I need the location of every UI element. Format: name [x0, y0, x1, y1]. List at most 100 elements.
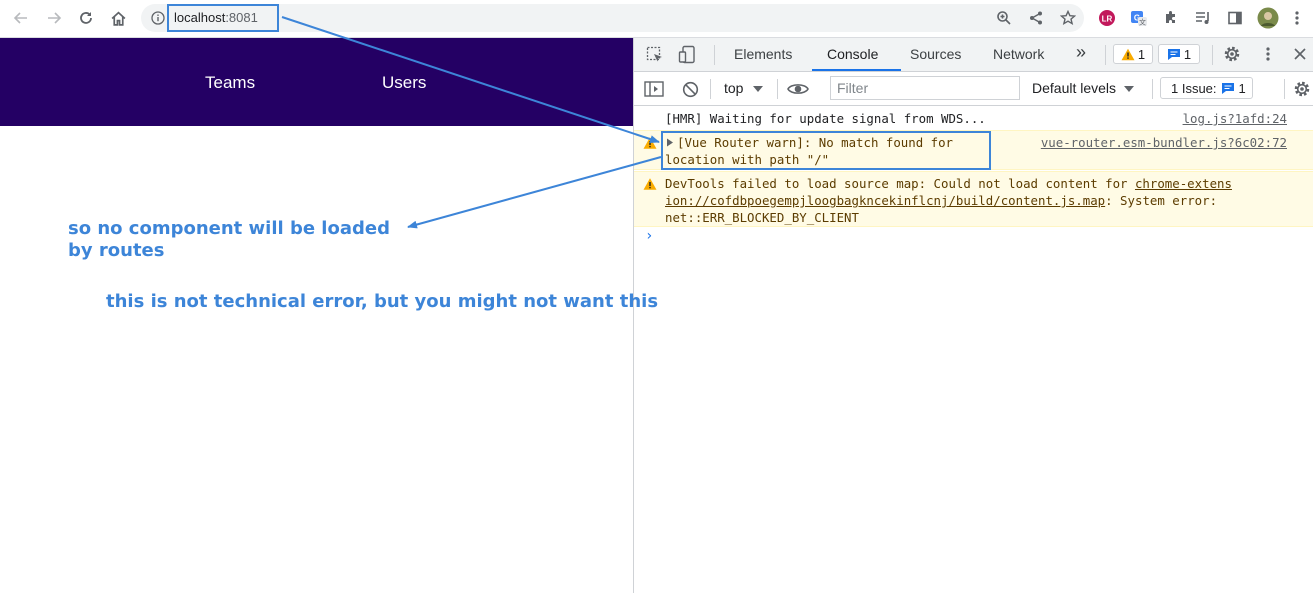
log-levels-label: Default levels [1032, 80, 1117, 96]
issues-count: 1 [1238, 80, 1246, 96]
site-info-icon[interactable] [150, 10, 166, 26]
svg-text:LR: LR [1102, 15, 1113, 24]
tab-network[interactable]: Network [993, 46, 1044, 62]
tab-sources[interactable]: Sources [910, 46, 961, 62]
nav-link-teams[interactable]: Teams [205, 73, 255, 93]
toolbar-divider [1284, 79, 1285, 99]
tab-elements[interactable]: Elements [734, 46, 792, 62]
home-icon [111, 11, 125, 26]
warning-text-line-2: ion://cofdbpoegempjloogbagkncekinflcnj/b… [665, 192, 1217, 209]
expand-triangle-icon[interactable] [666, 138, 674, 147]
warnings-counter-button[interactable]: 1 [1113, 44, 1153, 64]
share-icon [1030, 11, 1042, 25]
sidebar-toggle-icon[interactable] [644, 80, 664, 98]
back-button[interactable] [9, 6, 33, 30]
warning-icon [1121, 48, 1135, 60]
caret-down-icon [753, 86, 764, 92]
devtools-panel: Elements Console Sources Network » 1 1 t… [633, 38, 1313, 593]
settings-gear-icon[interactable] [1222, 44, 1242, 64]
console-settings-gear-icon[interactable] [1292, 79, 1312, 99]
home-button[interactable] [106, 6, 130, 30]
log-text: [HMR] Waiting for update signal from WDS… [665, 111, 986, 126]
extensions-puzzle-icon[interactable] [1161, 8, 1181, 28]
warning-text-line-1: [Vue Router warn]: No match found for [677, 135, 954, 150]
reload-button[interactable] [74, 6, 98, 30]
svg-text:文: 文 [1139, 18, 1146, 27]
annotation-note-routes: so no component will be loaded by routes [68, 218, 390, 262]
toolbar-divider [714, 45, 715, 65]
warning-text: DevTools failed to load source map: Coul… [665, 176, 1135, 191]
toolbar-divider [710, 79, 711, 99]
log-source-link[interactable]: log.js?1afd:24 [1183, 110, 1287, 127]
translate-extension-icon[interactable]: G文 [1129, 8, 1149, 28]
source-map-link-cont[interactable]: ion://cofdbpoegempjloogbagkncekinflcnj/b… [665, 193, 1105, 208]
messages-count: 1 [1183, 46, 1192, 62]
filter-input[interactable] [831, 77, 1023, 99]
warning-text-line-3: net::ERR_BLOCKED_BY_CLIENT [665, 210, 859, 225]
devtools-menu-icon[interactable] [1260, 46, 1276, 62]
arrow-left-icon [13, 12, 27, 24]
warning-source-link[interactable]: vue-router.esm-bundler.js?6c02:72 [1041, 134, 1287, 151]
tab-console[interactable]: Console [827, 46, 878, 62]
console-toolbar: top Default levels 1 Issue: 1 [634, 72, 1313, 106]
screenshot-root: localhost:8081 LR G 文 Teams Users Elemen… [0, 0, 1313, 593]
messages-counter-button[interactable]: 1 [1158, 44, 1200, 64]
browser-menu-icon[interactable] [1287, 8, 1307, 28]
side-panel-icon[interactable] [1225, 8, 1245, 28]
console-warning-message: [Vue Router warn]: No match found for lo… [634, 130, 1313, 170]
message-icon [1167, 48, 1180, 60]
arrow-warning-to-note [407, 156, 662, 229]
issues-label: 1 Issue: [1171, 80, 1217, 96]
log-levels-dropdown[interactable]: Default levels [1032, 80, 1134, 96]
star-icon [1060, 10, 1076, 26]
app-navigation-bar: Teams Users [0, 38, 633, 126]
annotation-line: by routes [68, 240, 165, 261]
active-tab-indicator [812, 69, 901, 71]
warning-text-line-2: location with path "/" [665, 152, 830, 167]
reload-icon [80, 12, 92, 24]
source-map-link[interactable]: chrome-extens [1135, 176, 1232, 191]
context-value: top [724, 80, 744, 96]
warnings-count: 1 [1137, 46, 1146, 62]
caret-down-icon [1123, 86, 1134, 92]
toolbar-divider [1152, 79, 1153, 99]
console-log-message: [HMR] Waiting for update signal from WDS… [634, 109, 1313, 129]
toolbar-divider [1105, 45, 1106, 65]
media-control-icon[interactable] [1193, 8, 1213, 28]
message-icon [1221, 82, 1234, 94]
zoom-icon [997, 11, 1011, 25]
share-button[interactable] [1024, 6, 1048, 30]
live-expression-eye-icon[interactable] [787, 80, 809, 98]
device-toolbar-icon[interactable] [678, 45, 698, 65]
context-selector[interactable]: top [724, 80, 764, 96]
toolbar-divider [1212, 45, 1213, 65]
arrow-right-icon [48, 12, 62, 24]
url-text: localhost:8081 [174, 10, 258, 25]
warning-text-line-1: DevTools failed to load source map: Coul… [665, 175, 1232, 192]
more-tabs-button[interactable]: » [1076, 42, 1086, 63]
url-port: :8081 [225, 10, 258, 25]
console-prompt[interactable]: › [645, 228, 653, 244]
issues-button[interactable]: 1 Issue: 1 [1160, 77, 1253, 99]
profile-avatar[interactable] [1257, 7, 1279, 29]
forward-button[interactable] [42, 6, 66, 30]
annotation-note-not-error: this is not technical error, but you mig… [106, 291, 659, 312]
console-warning-message: DevTools failed to load source map: Coul… [634, 171, 1313, 227]
warning-text: : System error: [1105, 193, 1218, 208]
annotation-line: so no component will be loaded [68, 218, 390, 239]
extension-lr-icon[interactable]: LR [1097, 8, 1117, 28]
url-host: localhost [174, 10, 226, 25]
nav-link-users[interactable]: Users [382, 73, 426, 93]
zoom-button[interactable] [992, 6, 1016, 30]
inspect-element-icon[interactable] [646, 46, 664, 64]
devtools-tab-bar: Elements Console Sources Network » 1 1 [634, 38, 1313, 72]
console-filter[interactable] [830, 76, 1023, 100]
address-bar[interactable]: localhost:8081 [141, 4, 1084, 32]
warning-icon [643, 137, 657, 149]
close-devtools-icon[interactable] [1292, 46, 1308, 62]
toolbar-divider [777, 79, 778, 99]
warning-icon [643, 178, 657, 190]
clear-console-icon[interactable] [681, 80, 699, 98]
bookmark-button[interactable] [1056, 6, 1080, 30]
browser-toolbar: localhost:8081 LR G 文 [0, 0, 1313, 38]
